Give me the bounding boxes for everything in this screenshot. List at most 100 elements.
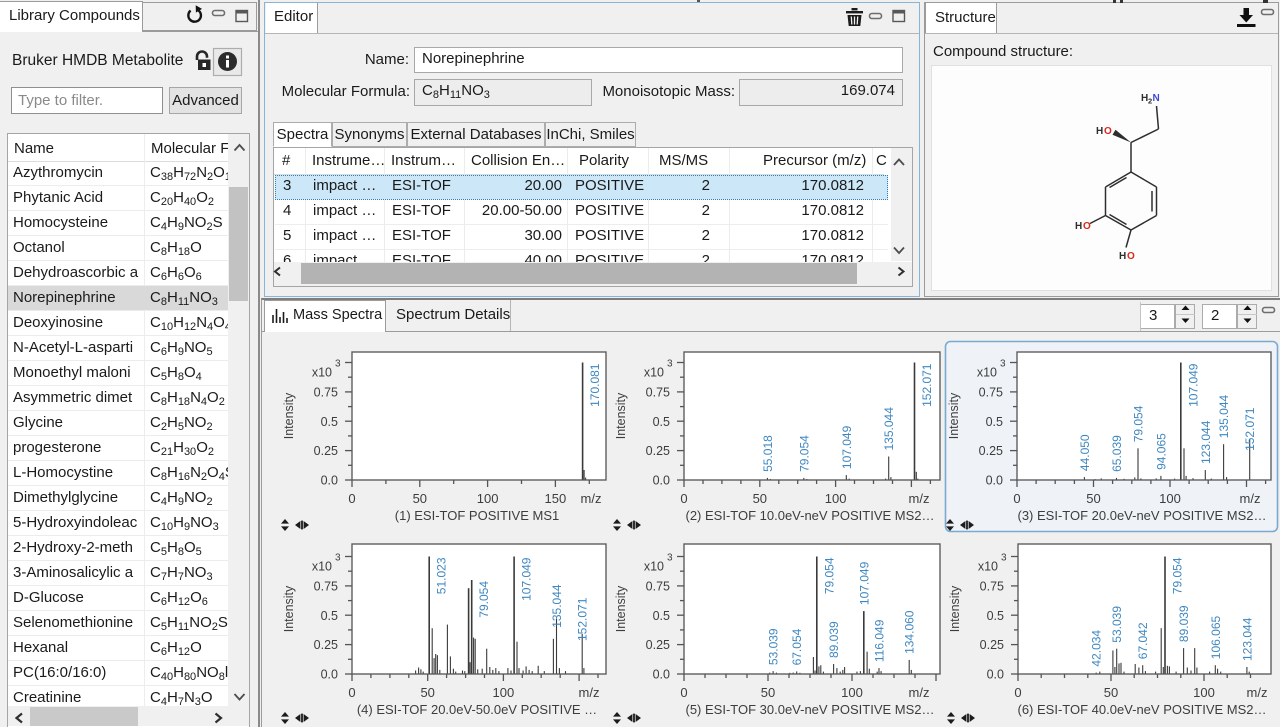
svg-text:107.049: 107.049	[857, 561, 871, 605]
svg-text:m/z: m/z	[579, 685, 600, 700]
svg-text:(3) ESI-TOF 20.0eV-neV POSITIV: (3) ESI-TOF 20.0eV-neV POSITIVE MS2…	[1017, 508, 1266, 523]
svg-text:0.5: 0.5	[321, 415, 338, 429]
svg-text:100: 100	[1193, 685, 1215, 700]
svg-text:100: 100	[1159, 491, 1181, 506]
svg-text:135.044: 135.044	[550, 584, 564, 628]
svg-text:50: 50	[753, 491, 767, 506]
svg-text:Intensity: Intensity	[282, 392, 296, 439]
svg-text:m/z: m/z	[1247, 685, 1268, 700]
svg-text:m/z: m/z	[909, 685, 930, 700]
svg-text:79.054: 79.054	[1132, 405, 1146, 442]
svg-text:(2) ESI-TOF 10.0eV-neV POSITIV: (2) ESI-TOF 10.0eV-neV POSITIVE MS2…	[685, 508, 934, 523]
svg-text:50: 50	[420, 685, 434, 700]
svg-text:152.071: 152.071	[576, 597, 590, 641]
svg-text:x10: x10	[312, 560, 332, 574]
svg-text:152.071: 152.071	[1243, 407, 1257, 451]
svg-text:135.044: 135.044	[1217, 394, 1231, 438]
svg-text:0.25: 0.25	[980, 638, 1004, 652]
svg-text:100: 100	[493, 685, 515, 700]
svg-text:H: H	[1075, 221, 1082, 232]
svg-text:79.054: 79.054	[797, 435, 811, 472]
svg-text:107.049: 107.049	[840, 425, 854, 469]
svg-text:53.039: 53.039	[1110, 606, 1124, 643]
svg-text:100: 100	[825, 491, 847, 506]
svg-text:0.5: 0.5	[986, 415, 1003, 429]
svg-text:0: 0	[680, 685, 687, 700]
svg-text:0.75: 0.75	[646, 385, 670, 399]
svg-text:Intensity: Intensity	[948, 585, 962, 632]
svg-text:0.5: 0.5	[653, 415, 670, 429]
svg-text:0: 0	[348, 491, 355, 506]
svg-text:50: 50	[1086, 491, 1100, 506]
svg-text:0.0: 0.0	[986, 474, 1003, 488]
svg-text:51.023: 51.023	[435, 557, 449, 594]
svg-text:0.0: 0.0	[987, 668, 1004, 682]
svg-text:m/z: m/z	[581, 491, 602, 506]
svg-text:50: 50	[761, 685, 775, 700]
svg-text:Intensity: Intensity	[947, 392, 961, 439]
svg-text:3: 3	[667, 553, 673, 564]
svg-text:42.034: 42.034	[1090, 630, 1104, 667]
svg-text:106.065: 106.065	[1209, 615, 1223, 659]
svg-text:x10: x10	[977, 366, 997, 380]
svg-text:m/z: m/z	[1240, 491, 1261, 506]
svg-text:0.5: 0.5	[987, 609, 1004, 623]
svg-text:0: 0	[680, 491, 687, 506]
svg-text:3: 3	[335, 359, 341, 370]
svg-text:3: 3	[335, 553, 341, 564]
svg-text:50: 50	[1104, 685, 1118, 700]
svg-text:3: 3	[667, 359, 673, 370]
svg-text:3: 3	[1001, 553, 1007, 564]
svg-text:79.054: 79.054	[822, 557, 836, 594]
svg-text:(5) ESI-TOF 30.0eV-neV POSITIV: (5) ESI-TOF 30.0eV-neV POSITIVE MS2…	[685, 702, 934, 717]
svg-text:50: 50	[413, 491, 427, 506]
svg-text:107.049: 107.049	[1186, 363, 1200, 407]
svg-text:Intensity: Intensity	[614, 585, 628, 632]
svg-text:65.039: 65.039	[1110, 435, 1124, 472]
svg-text:0.25: 0.25	[646, 444, 670, 458]
svg-text:0.75: 0.75	[314, 579, 338, 593]
svg-text:0: 0	[348, 685, 355, 700]
svg-text:79.054: 79.054	[477, 581, 491, 618]
svg-text:0.25: 0.25	[314, 638, 338, 652]
svg-text:170.081: 170.081	[588, 363, 602, 407]
svg-text:0.5: 0.5	[653, 609, 670, 623]
svg-text:67.042: 67.042	[1136, 622, 1150, 659]
svg-text:0.75: 0.75	[980, 579, 1004, 593]
svg-text:0.25: 0.25	[314, 444, 338, 458]
svg-text:O: O	[1127, 251, 1135, 262]
svg-text:150: 150	[545, 491, 567, 506]
svg-text:116.049: 116.049	[873, 619, 887, 662]
svg-text:134.060: 134.060	[903, 610, 917, 654]
svg-text:3: 3	[1000, 359, 1006, 370]
svg-text:0.0: 0.0	[653, 474, 670, 488]
svg-text:107.049: 107.049	[520, 557, 534, 601]
svg-text:O: O	[1104, 126, 1112, 137]
svg-text:89.039: 89.039	[1177, 605, 1191, 642]
svg-text:x10: x10	[644, 560, 664, 574]
svg-text:(6) ESI-TOF 40.0eV-neV POSITIV: (6) ESI-TOF 40.0eV-neV POSITIVE MS2…	[1017, 702, 1266, 717]
svg-text:0.5: 0.5	[321, 609, 338, 623]
svg-text:0: 0	[1013, 491, 1020, 506]
svg-text:0.0: 0.0	[653, 668, 670, 682]
svg-text:0.25: 0.25	[646, 638, 670, 652]
svg-text:94.065: 94.065	[1154, 433, 1168, 470]
svg-text:H: H	[1096, 126, 1103, 137]
svg-text:55.018: 55.018	[761, 435, 775, 472]
svg-text:0.0: 0.0	[321, 668, 338, 682]
svg-text:67.054: 67.054	[790, 628, 804, 665]
svg-text:0.0: 0.0	[321, 474, 338, 488]
svg-text:0.25: 0.25	[979, 444, 1003, 458]
svg-text:53.039: 53.039	[767, 628, 781, 665]
svg-text:Intensity: Intensity	[614, 392, 628, 439]
svg-text:O: O	[1083, 221, 1091, 232]
svg-text:x10: x10	[312, 366, 332, 380]
svg-text:0: 0	[1014, 685, 1021, 700]
svg-text:123.044: 123.044	[1199, 420, 1213, 464]
svg-text:100: 100	[477, 491, 499, 506]
svg-text:H: H	[1119, 251, 1126, 262]
svg-text:89.039: 89.039	[827, 621, 841, 658]
svg-text:44.050: 44.050	[1078, 434, 1092, 471]
svg-text:(4) ESI-TOF 20.0eV-50.0eV POSI: (4) ESI-TOF 20.0eV-50.0eV POSITIVE …	[357, 702, 597, 717]
svg-text:x10: x10	[644, 366, 664, 380]
